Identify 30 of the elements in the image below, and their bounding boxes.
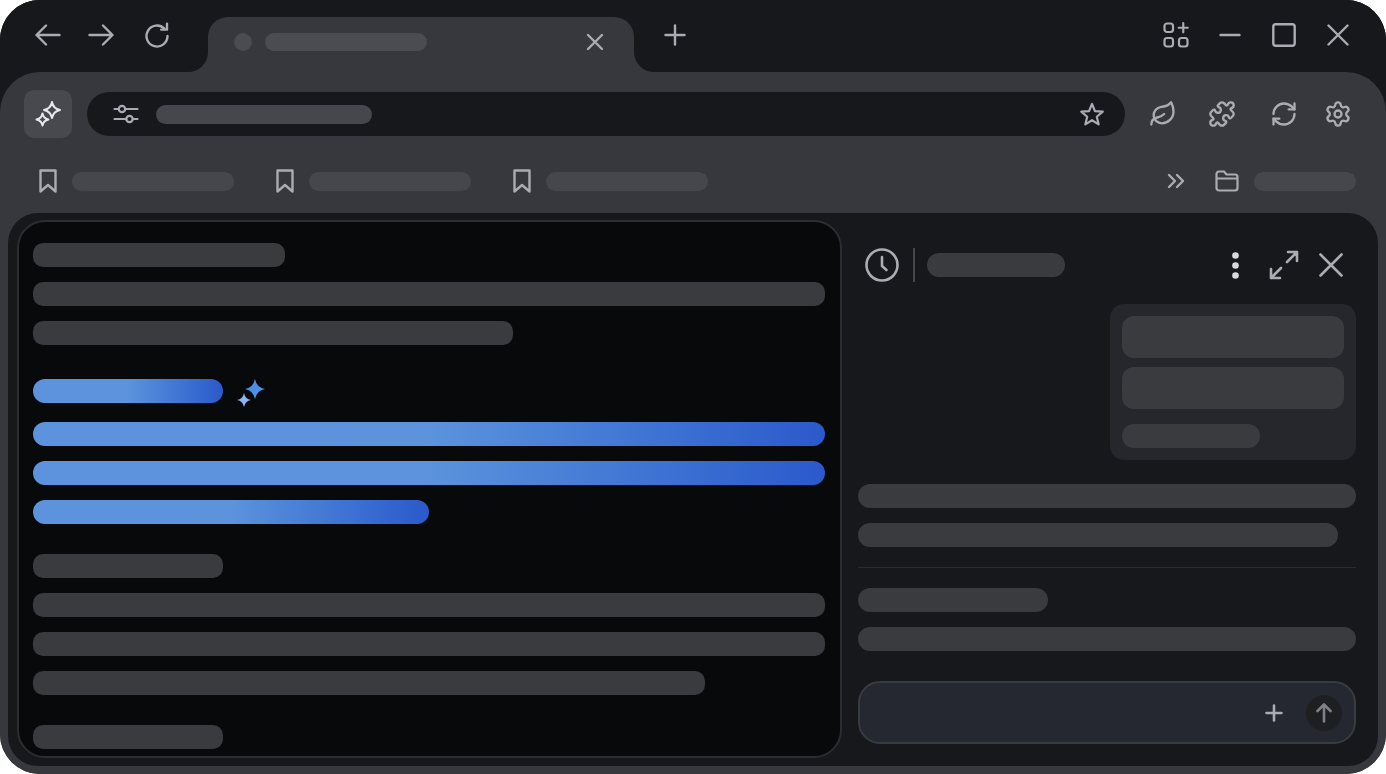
apps-icon[interactable] xyxy=(1163,22,1189,48)
bookmark-icon[interactable] xyxy=(38,168,58,194)
message-input[interactable] xyxy=(858,681,1356,744)
tune-icon[interactable] xyxy=(113,103,139,125)
clock-icon[interactable] xyxy=(865,248,899,282)
folder-icon[interactable] xyxy=(1215,170,1239,192)
sync-icon[interactable] xyxy=(1270,100,1298,128)
settings-icon[interactable] xyxy=(1324,100,1352,128)
expand-icon[interactable] xyxy=(1269,250,1299,280)
close-icon[interactable] xyxy=(1319,253,1343,277)
bookmark-icon[interactable] xyxy=(512,168,532,194)
plus-icon[interactable] xyxy=(1265,703,1283,722)
forward-arrow-icon[interactable] xyxy=(88,24,114,46)
sparkle-icon xyxy=(35,101,61,127)
star-icon[interactable] xyxy=(1079,101,1105,127)
close-icon[interactable] xyxy=(1327,24,1349,46)
chevrons-right-icon[interactable] xyxy=(1167,173,1185,189)
reload-icon[interactable] xyxy=(144,22,170,48)
minimize-icon[interactable] xyxy=(1219,33,1241,37)
assistant-button[interactable] xyxy=(24,90,72,138)
maximize-icon[interactable] xyxy=(1272,23,1296,47)
close-icon[interactable] xyxy=(586,32,604,51)
arrow-up-icon xyxy=(1316,702,1332,723)
back-arrow-icon[interactable] xyxy=(35,24,61,46)
plus-icon[interactable] xyxy=(664,24,686,46)
sparkle-icon xyxy=(237,379,265,407)
puzzle-icon[interactable] xyxy=(1208,100,1236,128)
more-options-icon[interactable] xyxy=(1232,251,1239,279)
bookmark-icon[interactable] xyxy=(275,168,295,194)
leaf-icon[interactable] xyxy=(1149,100,1177,128)
